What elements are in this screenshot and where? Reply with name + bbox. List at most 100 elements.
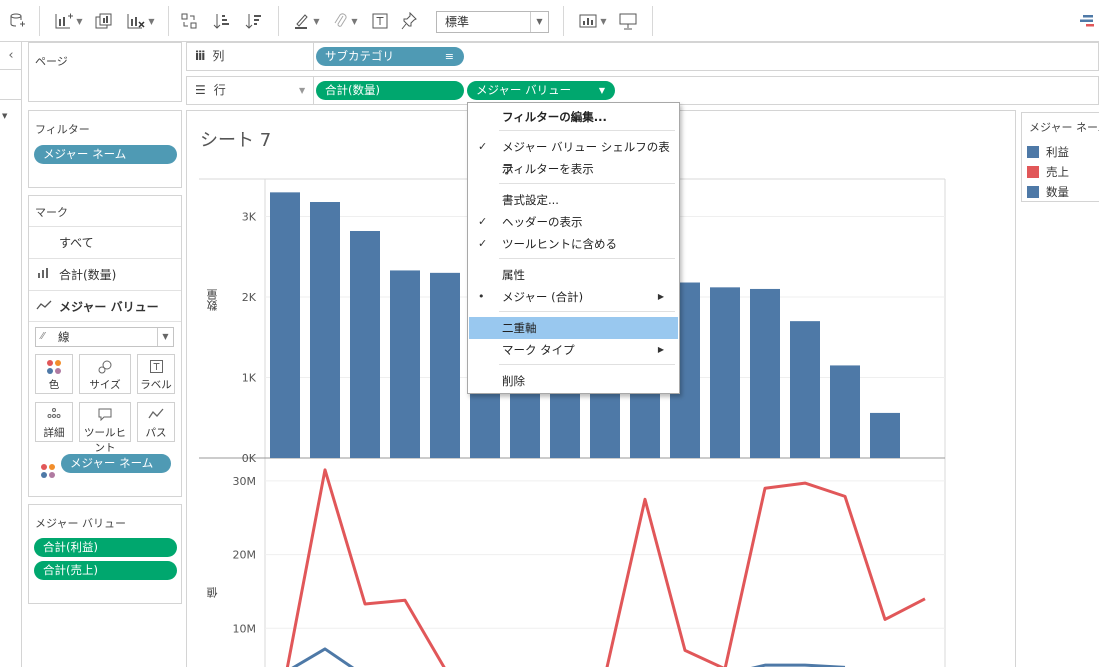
legend-item-label: 利益 [1046,145,1069,159]
pages-card[interactable]: ページ [28,42,182,102]
measure-pill-profit[interactable]: 合計(利益) [34,538,177,557]
columns-icon: iii [195,49,205,63]
color-icon [41,464,55,478]
chevron-left-icon[interactable]: ‹ [0,42,22,70]
menu-item-show-measure-values-shelf[interactable]: ✓ メジャー バリュー シェルフの表示 [469,136,678,176]
sort-desc-icon[interactable] [243,9,265,33]
menu-item-label: マーク タイプ [502,343,575,357]
color-button-label: 色 [48,379,60,391]
chevron-down-icon: ▼ [157,328,173,346]
filters-card[interactable]: フィルター メジャー ネーム [28,110,182,188]
pin-icon[interactable] [399,9,419,33]
legend-item-sales[interactable]: 売上 [1027,164,1069,180]
marks-card: マーク すべて 合計(数量) メジャー バリュー ⁄⁄ 線 ▼ 色 サイズ ラベ… [28,195,182,497]
menu-item-label: 属性 [502,268,525,282]
menu-item-label: 書式設定... [502,193,559,207]
bar [430,272,460,458]
show-me-icon[interactable]: ▼ [576,9,610,33]
presentation-icon[interactable] [617,9,639,33]
checkmark-icon: ✓ [478,237,488,250]
menu-item-format[interactable]: 書式設定... [469,189,678,211]
mark-type-select[interactable]: ⁄⁄ 線 ▼ [35,327,174,347]
menu-item-dual-axis[interactable]: 二重軸 [469,317,678,339]
color-legend: メジャー ネーム 利益 売上 数量 [1021,112,1099,202]
bar [830,365,860,458]
highlight-icon[interactable]: ▼ [291,9,323,33]
marks-tab-quantity[interactable]: 合計(数量) [29,258,181,289]
menu-item-label: 削除 [502,374,525,388]
marks-card-title: マーク [35,206,68,219]
label-button-label: ラベル [140,379,172,391]
rows-pill-measure-values[interactable]: メジャー バリュー ▼ [467,81,615,100]
detail-button-label: 詳細 [43,427,65,439]
new-datasource-icon[interactable] [6,9,28,33]
data-guide-icon[interactable] [1078,9,1096,33]
clear-sheet-icon[interactable]: ▼ [123,9,159,33]
menu-item-label: メジャー (合計) [502,290,584,304]
bar [310,202,340,458]
menu-item-attribute[interactable]: 属性 [469,264,678,286]
toolbar: ▼ ▼ ▼ ▼ 標準 ▼ ▼ [0,0,1099,42]
group-icon[interactable]: ▼ [330,9,362,33]
sort-asc-icon[interactable] [211,9,233,33]
mark-type-value: 線 [58,330,70,344]
line-mark-icon: ⁄⁄ [41,331,45,342]
caret-down-icon[interactable]: ▼ [2,112,7,120]
menu-item-measure-sum[interactable]: • メジャー (合計) ▶ [469,286,678,308]
rows-shelf[interactable]: ☰ 行 ▼ 合計(数量) メジャー バリュー ▼ [186,76,1099,105]
columns-pill-label: サブカテゴリ [325,49,394,63]
marks-tab-all-label: すべて [59,235,94,250]
y-tick-label: 10M [233,622,257,635]
menu-item-remove[interactable]: 削除 [469,370,678,392]
duplicate-sheet-icon[interactable] [93,9,115,33]
size-button[interactable]: サイズ [79,354,131,394]
label-button[interactable]: ラベル [137,354,175,394]
menu-item-label: フィルターを表示 [502,162,594,176]
y-tick-label: 3K [242,211,257,224]
new-sheet-icon[interactable]: ▼ [52,9,86,33]
menu-item-include-in-tooltip[interactable]: ✓ ツールヒントに含める [469,233,678,255]
menu-item-show-filter[interactable]: フィルターを表示 [469,158,678,180]
swap-icon[interactable] [178,9,200,33]
columns-pill-subcategory[interactable]: サブカテゴリ ≡ [316,47,464,66]
detail-button[interactable]: 詳細 [35,402,73,442]
color-icon [36,355,72,377]
bar [870,412,900,458]
legend-item-quantity[interactable]: 数量 [1027,184,1069,200]
path-button-label: パス [145,427,167,439]
marks-tab-measure-values[interactable]: メジャー バリュー [29,290,181,321]
submenu-arrow-icon: ▶ [657,292,664,301]
data-pane-collapsed: ‹ ▼ [0,42,22,667]
submenu-arrow-icon: ▶ [657,345,664,354]
detail-icon [36,403,72,425]
menu-item-show-header[interactable]: ✓ ヘッダーの表示 [469,211,678,233]
legend-item-profit[interactable]: 利益 [1027,144,1069,160]
marks-tab-measure-values-label: メジャー バリュー [59,299,159,314]
filter-pill-measure-names[interactable]: メジャー ネーム [34,145,177,164]
menu-item-label: ヘッダーの表示 [502,215,583,229]
menu-item-edit-filter[interactable]: フィルターの編集... [469,106,678,128]
measure-pill-sales[interactable]: 合計(売上) [34,561,177,580]
caret-down-icon[interactable]: ▼ [299,77,305,104]
bar [750,288,780,458]
color-pill-measure-names[interactable]: メジャー ネーム [61,454,171,473]
bar-mark-icon [29,267,59,281]
columns-label-text: 列 [212,49,225,63]
fit-select[interactable]: 標準 ▼ [436,11,549,33]
marks-tab-all[interactable]: すべて [29,226,181,257]
rows-pill-quantity[interactable]: 合計(数量) [316,81,464,100]
tooltip-button[interactable]: ツールヒント [79,402,131,454]
menu-item-mark-type[interactable]: マーク タイプ ▶ [469,339,678,361]
fit-select-value: 標準 [445,15,470,29]
label-icon[interactable] [370,9,390,33]
checkmark-icon: ✓ [478,215,488,228]
menu-item-label: 二重軸 [502,321,537,335]
columns-shelf[interactable]: iii 列 サブカテゴリ ≡ [186,42,1099,71]
color-button[interactable]: 色 [35,354,73,394]
checkmark-icon: ✓ [478,140,488,153]
rows-pill-measure-values-label: メジャー バリュー [476,83,572,97]
series-line [285,468,926,667]
path-button[interactable]: パス [137,402,175,442]
rows-icon: ☰ [195,83,206,97]
measure-values-card: メジャー バリュー 合計(利益) 合計(売上) [28,504,182,604]
